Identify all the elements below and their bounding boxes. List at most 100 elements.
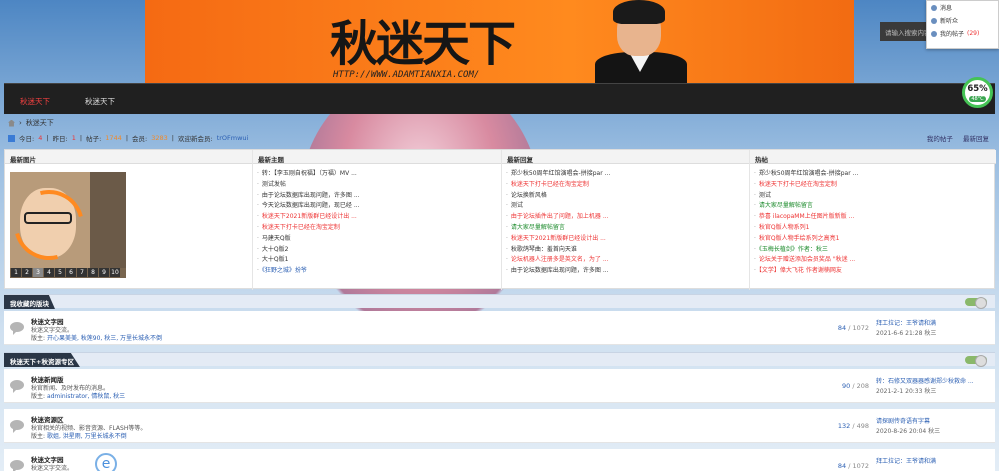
my-posts-link[interactable]: 我的帖子 [927, 135, 953, 143]
list-item-link[interactable]: 测试 [506, 201, 749, 212]
list-item-link[interactable]: 秋迷天下2021新版群已经设计出 ... [506, 234, 749, 245]
latest-pictures-column: 最新图片 1 2 3 4 5 6 7 8 9 10 [5, 150, 253, 290]
forum-counts: 84 / 1072 [837, 462, 869, 470]
breadcrumb-current[interactable]: 秋迷天下 [26, 118, 54, 128]
slideshow-page-button[interactable]: 4 [44, 268, 54, 277]
list-item-link[interactable]: 请大家尽量解帖留言 [754, 201, 996, 212]
slideshow-page-button[interactable]: 6 [66, 268, 76, 277]
section-header: 我收藏的版块 [4, 294, 995, 309]
thread-count: 90 [841, 382, 851, 390]
last-post-link[interactable]: 拜工拉记：王爷请和满 [876, 456, 991, 465]
list-item-link[interactable]: 论坛关于赠送添加会员奖品 "秋迷 ... [754, 255, 996, 266]
menu-item-messages[interactable]: 消息 [927, 1, 998, 14]
nav-tab-home[interactable]: 秋迷天下 [20, 96, 50, 107]
slideshow-page-button[interactable]: 9 [99, 268, 109, 277]
forum-moderators: 版主: 开心果美美, 秋莲90, 秋三, 万里长城永不倒 [31, 335, 163, 342]
list-item-link[interactable]: 秋官Q版人物手绘系列之高亮1 [754, 234, 996, 245]
breadcrumb: › 秋迷天下 [8, 118, 54, 128]
banner-logo-text: 秋迷天下 [330, 16, 516, 72]
user-icon [931, 17, 937, 24]
moderator-links[interactable]: 开心果美美, 秋莲90, 秋三, 万里长城永不倒 [47, 335, 162, 342]
slideshow-page-button[interactable]: 8 [88, 268, 98, 277]
list-item-link[interactable]: 测试发帖 [257, 180, 501, 191]
list-item-link[interactable]: 秋歌鸽琴曲：羞首向天谁 [506, 245, 749, 256]
list-item-link[interactable]: 论坛换新风格 [506, 191, 749, 202]
banner-url-text: HTTP://WWW.ADAMTIANXIA.COM/ [333, 70, 480, 80]
memory-gauge-widget[interactable]: 65% 48°C [962, 77, 993, 108]
list-item-link[interactable]: 由于论坛数据库出现问题，许多图 ... [506, 266, 749, 277]
list-item-link[interactable]: 《玉梅长植剑》作者：秋三 [754, 245, 996, 256]
forum-counts: 132 / 498 [837, 422, 869, 430]
slideshow-page-button[interactable]: 1 [11, 268, 21, 277]
list-item-link[interactable]: 【文学】偉大飞花 作者谢楠网友 [754, 266, 996, 277]
latest-reply-link[interactable]: 最新回复 [963, 135, 989, 143]
column-title: 热帖 [750, 150, 996, 164]
latest-topics-column: 最新主题 转：【李玉刚自祝福】（万福）MV ...测试发帖由于论坛数据库出现问题… [253, 150, 502, 290]
section-title[interactable]: 我收藏的版块 [4, 295, 55, 309]
slideshow-page-button[interactable]: 5 [55, 268, 65, 277]
list-item-link[interactable]: 马建天Q版 [257, 234, 501, 245]
list-item-link[interactable]: 郑少秋50周年红馆演唱会-拼接par ... [754, 169, 996, 180]
forum-row: 秋迷新闻版 秋官新闻、及时发布的消息。 版主: administrator, 情秋鼠… [4, 369, 995, 403]
list-item-link[interactable]: 秋迷天下打卡已经在淘宝定制 [754, 180, 996, 191]
column-title: 最新主题 [253, 150, 501, 164]
column-title: 最新回复 [502, 150, 749, 164]
forum-stats: 今日: 4 | 昨日: 1 | 帖子: 1744 | 会员: 3283 | 欢迎新会员:… [8, 133, 248, 143]
portal-panel: 最新图片 12345678910 最新主题 转：【李玉刚自祝福】（万福）MV .… [4, 149, 996, 290]
slideshow-page-button[interactable]: 10 [110, 268, 120, 277]
home-icon[interactable] [8, 119, 15, 127]
slideshow-pager: 1 2 3 4 5 6 7 8 9 10 [10, 268, 126, 278]
last-post-link[interactable]: 拜工拉记：王爷请和满 [876, 318, 991, 327]
list-item-link[interactable]: 大十Q版2 [257, 245, 501, 256]
forum-chat-icon [10, 322, 24, 332]
thread-count: 84 [837, 462, 847, 470]
forum-chat-icon [10, 460, 24, 470]
last-post-link[interactable]: 请探剧传奇语有字幕 [876, 416, 991, 425]
hot-threads-column: 热帖 郑少秋50周年红馆演唱会-拼接par ...秋迷天下打卡已经在淘宝定制测试… [750, 150, 996, 290]
user-dropdown-menu: 消息 新听众 我的帖子 (29) [926, 0, 999, 49]
list-item-link[interactable]: 转：【李玉刚自祝福】（万福）MV ... [257, 169, 501, 180]
list-item-link[interactable]: 请大家尽量解帖留言 [506, 223, 749, 234]
stats-icon [8, 134, 15, 142]
last-post-time: 2020-8-26 20:04 秋三 [876, 428, 941, 435]
message-icon [931, 4, 937, 11]
list-item-link[interactable]: 论坛机器人注册多是英文名，为了 ... [506, 255, 749, 266]
last-post-time: 2021-6-6 21:28 秋三 [876, 330, 937, 337]
list-item-link[interactable]: 恭喜 ilacopaMM上任图片版新版 ... [754, 212, 996, 223]
slideshow-page-button[interactable]: 2 [22, 268, 32, 277]
list-item-link[interactable]: 由于论坛数据库出现问题，许多图 ... [257, 191, 501, 202]
banner-portrait [585, 0, 695, 83]
gauge-percent: 65% [967, 84, 988, 94]
thread-count: 132 [837, 422, 851, 430]
forum-moderators: 版主: administrator, 情秋鼠, 秋三 [31, 393, 126, 400]
list-item-link[interactable]: 大十Q版1 [257, 255, 501, 266]
collapse-toggle[interactable] [965, 355, 987, 367]
thread-count: 84 [837, 324, 847, 332]
list-item-link[interactable]: 由于论坛插件出了问题，加上机器 ... [506, 212, 749, 223]
slideshow-page-button[interactable]: 3 [33, 268, 43, 277]
list-item-link[interactable]: 今天论坛数据库出现问题，现已经 ... [257, 201, 501, 212]
browser-e-icon[interactable]: e [95, 453, 117, 471]
menu-item-new-listeners[interactable]: 新听众 [927, 14, 998, 27]
nav-tab-forum[interactable]: 秋迷天下 [85, 96, 115, 107]
list-item-link[interactable]: 秋迷天下打卡已经在淘宝定制 [506, 180, 749, 191]
menu-item-my-posts[interactable]: 我的帖子 (29) [927, 27, 998, 40]
slideshow-page-button[interactable]: 7 [77, 268, 87, 277]
newest-member-link[interactable]: trOFmwui [217, 134, 249, 142]
last-post-time: 2021-2-1 20:33 秋三 [876, 388, 937, 395]
site-banner[interactable]: 秋迷天下 HTTP://WWW.ADAMTIANXIA.COM/ [145, 0, 854, 83]
section-title[interactable]: 秋迷天下+秋资源专区 [4, 353, 80, 367]
moderator-links[interactable]: 歌姐, 洪星雨, 万里长城永不倒 [47, 433, 127, 440]
list-item-link[interactable]: 测试 [754, 191, 996, 202]
last-post-link[interactable]: 转：石修又双器器感谢郑少秋救命 ... [876, 376, 991, 385]
list-item-link[interactable]: 秋迷天下2021新版群已经设计出 ... [257, 212, 501, 223]
forum-counts: 84 / 1072 [837, 324, 869, 332]
list-item-link[interactable]: 《狂野之城》扮爷 [257, 266, 501, 277]
section-header: 秋迷天下+秋资源专区 [4, 352, 995, 367]
moderator-links[interactable]: administrator, 情秋鼠, 秋三 [47, 393, 125, 400]
list-item-link[interactable]: 郑少秋50周年红馆演唱会-拼接par ... [506, 169, 749, 180]
list-item-link[interactable]: 秋迷天下打卡已经在淘宝定制 [257, 223, 501, 234]
slideshow-image[interactable]: 1 2 3 4 5 6 7 8 9 10 [10, 172, 126, 278]
list-item-link[interactable]: 秋官Q版人物系列1 [754, 223, 996, 234]
collapse-toggle[interactable] [965, 297, 987, 309]
